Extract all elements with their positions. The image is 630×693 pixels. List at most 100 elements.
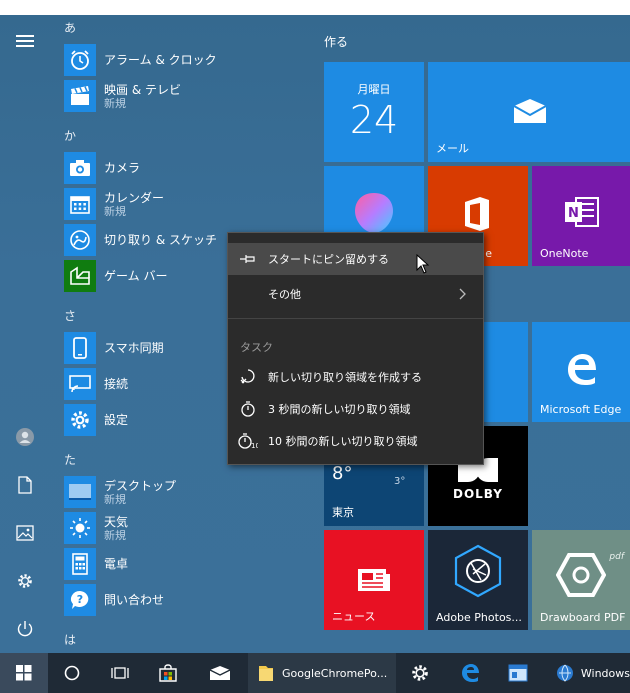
taskbar-store[interactable] [144,653,192,693]
taskbar-window-windows[interactable]: Windows [546,653,630,693]
app-name: 接続 [104,377,129,391]
dolby-wordmark: DOLBY [453,487,503,501]
chevron-right-icon [459,288,466,300]
start-button[interactable] [0,653,48,693]
tile-group-label[interactable]: 作る [324,33,348,50]
folder-icon [259,666,273,681]
menu-item-label: その他 [268,288,301,301]
svg-text:10: 10 [251,442,258,449]
app-icon-tile: ? [64,584,96,616]
taskbar-mail[interactable] [196,653,244,693]
sun-icon [70,518,90,538]
taskbar-edge[interactable] [448,653,492,693]
snip-sketch-icon [70,230,90,250]
menu-item-more[interactable]: その他 [228,278,483,310]
calendar-day: 月曜日 [357,83,391,96]
app-movies-tv[interactable]: 映画 & テレビ 新規 [64,78,314,114]
app-name: カメラ [104,161,141,175]
tile-label: 東京 [332,506,354,519]
cortana-button[interactable] [48,653,96,693]
app-icon-tile [64,188,96,220]
calendar-icon [70,196,90,214]
tile-label: Adobe Photos... [436,611,522,624]
start-left-rail [0,15,50,653]
menu-item-pin-to-start[interactable]: スタートにピン留めする [228,243,483,275]
app-name: 映画 & テレビ [104,82,181,97]
app-icon-tile [64,260,96,292]
gear-icon [71,411,89,429]
pin-icon [240,255,255,263]
section-header-ta[interactable]: た [64,451,76,468]
section-header-a[interactable]: あ [64,19,76,36]
cortana-circle-icon [64,665,80,681]
taskbar-settings[interactable] [398,653,442,693]
expand-menu-button[interactable] [0,21,50,61]
section-header-ha[interactable]: は [64,631,76,648]
phone-icon [73,337,87,359]
hamburger-icon [16,35,34,47]
app-icon-tile [64,404,96,436]
paint3d-icon [355,193,393,233]
app-icon-tile [64,368,96,400]
menu-separator [228,318,483,319]
pictures-button[interactable] [0,513,50,553]
menu-item-label: 10 秒間の新しい切り取り領域 [268,435,418,448]
app-desktop[interactable]: デスクトップ 新規 [64,474,314,510]
game-bar-icon [70,266,90,285]
menu-item-label: スタートにピン留めする [268,253,389,266]
edge-icon [568,354,596,385]
tile-label: Microsoft Edge [540,403,622,416]
pdf-watermark: pdf [609,552,624,562]
app-icon-tile [64,152,96,184]
connect-icon [69,375,91,393]
weather-low: 3° [394,476,406,487]
picture-icon [16,525,34,541]
app-weather[interactable]: 天気 新規 [64,510,314,546]
app-icon-tile [64,476,96,508]
user-account-button[interactable] [0,417,50,457]
app-get-help[interactable]: ? 問い合わせ [64,582,314,618]
section-header-sa[interactable]: さ [64,307,76,324]
app-calculator[interactable]: 電卓 [64,546,314,582]
power-button[interactable] [0,609,50,649]
film-clapper-icon [71,86,89,105]
newspaper-icon [358,569,390,591]
tile-photoshop-express[interactable]: Adobe Photos... [428,530,528,630]
documents-button[interactable] [0,465,50,505]
app-alarms-clock[interactable]: アラーム & クロック [64,42,314,78]
svg-text:N: N [568,206,579,221]
tile-label: メール [436,142,469,155]
window-top-strip [0,0,630,15]
taskbar-app-window[interactable] [496,653,540,693]
section-header-ka[interactable]: か [64,127,76,144]
menu-item-label: 新しい切り取り領域を作成する [268,371,422,384]
tile-onenote[interactable]: N OneNote [532,166,630,266]
menu-item-new-snip[interactable]: 新しい切り取り領域を作成する [228,361,483,393]
tile-mail[interactable]: メール [428,62,630,162]
onenote-icon: N [565,197,599,227]
app-icon-tile [64,548,96,580]
app-camera[interactable]: カメラ [64,150,314,186]
menu-item-label: 3 秒間の新しい切り取り領域 [268,403,411,416]
tile-label: Drawboard PDF [540,611,626,624]
app-name: ゲーム バー [104,269,168,283]
app-name: アラーム & クロック [104,53,217,67]
app-window-icon [508,664,528,682]
drawboard-hex-icon [556,553,606,597]
app-new-badge: 新規 [104,96,126,110]
menu-item-snip-10s[interactable]: 10 10 秒間の新しい切り取り領域 [228,425,483,457]
app-calendar[interactable]: カレンダー 新規 [64,186,314,222]
tile-calendar[interactable]: 月曜日 24 [324,62,424,162]
settings-rail-button[interactable] [0,561,50,601]
tile-drawboard[interactable]: pdf Drawboard PDF [532,530,630,630]
app-name: カレンダー [104,190,165,205]
tile-news[interactable]: ニュース [324,530,424,630]
menu-item-snip-3s[interactable]: 3 秒間の新しい切り取り領域 [228,393,483,425]
tile-edge[interactable]: Microsoft Edge [532,322,630,422]
context-menu: スタートにピン留めする その他 タスク 新しい切り取り領域を作成する 3 秒間の… [227,232,484,465]
timer-10-icon: 10 [238,433,258,449]
app-new-badge: 新規 [104,204,126,218]
task-view-button[interactable] [96,653,144,693]
taskbar-window-chrome-portable[interactable]: GoogleChromePo... [248,653,396,693]
app-icon-tile [64,80,96,112]
